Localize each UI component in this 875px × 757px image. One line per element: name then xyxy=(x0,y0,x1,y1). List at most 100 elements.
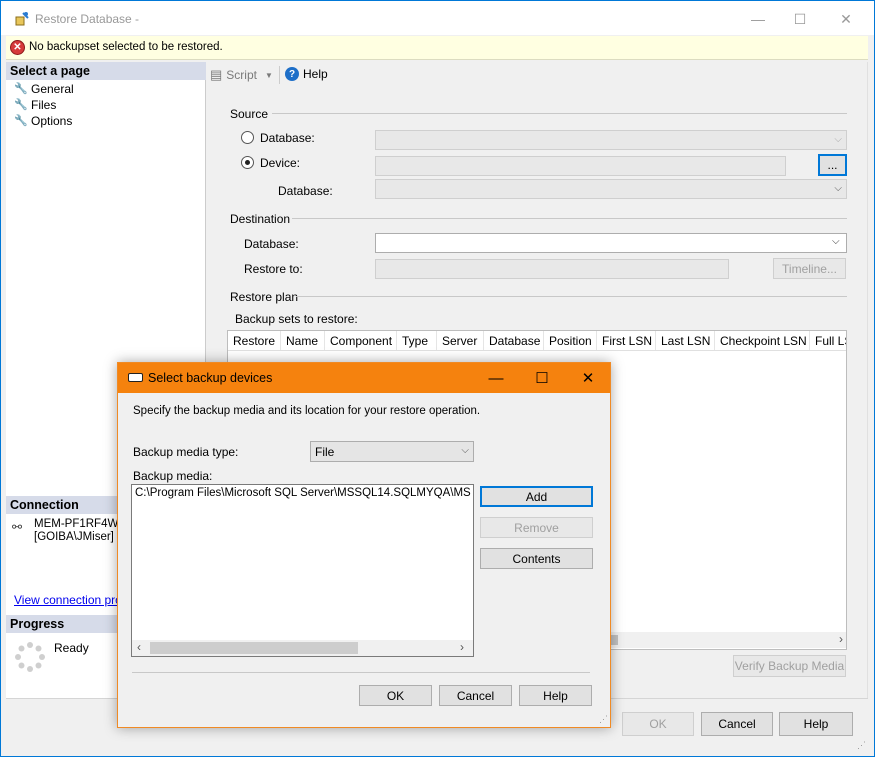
divider xyxy=(292,218,847,219)
page-item-files[interactable]: 🔧 Files xyxy=(14,98,56,112)
column-header[interactable]: Last LSN xyxy=(656,331,715,350)
resize-grip-icon[interactable]: ⋰ xyxy=(857,740,866,751)
column-header[interactable]: Position xyxy=(544,331,597,350)
add-button[interactable]: Add xyxy=(480,486,593,507)
ok-button[interactable]: OK xyxy=(622,712,694,736)
tape-drive-icon xyxy=(128,373,143,382)
dialog-help-button[interactable]: Help xyxy=(519,685,592,706)
select-page-header: Select a page xyxy=(6,62,206,80)
verify-backup-media-button[interactable]: Verify Backup Media xyxy=(733,655,846,677)
destination-database-select[interactable] xyxy=(375,233,847,253)
script-icon: ▤ xyxy=(210,67,223,82)
page-label: Options xyxy=(31,114,73,128)
media-type-select[interactable]: File ⌵ xyxy=(310,441,474,462)
help-label: Help xyxy=(303,67,328,81)
destination-group-label: Destination xyxy=(230,212,291,226)
list-horizontal-scrollbar[interactable]: ‹ › xyxy=(132,640,473,656)
divider xyxy=(132,672,590,673)
chevron-down-icon: ⌵ xyxy=(834,134,842,145)
help-button[interactable]: ? Help xyxy=(285,67,328,81)
restore-plan-group-label: Restore plan xyxy=(230,290,299,304)
toolbar-divider xyxy=(279,66,280,84)
page-label: Files xyxy=(31,98,57,112)
script-label: Script xyxy=(226,68,257,82)
error-bar: ✕ No backupset selected to be restored. xyxy=(6,36,868,60)
chevron-down-icon: ⌵ xyxy=(834,183,842,194)
dialog-ok-button[interactable]: OK xyxy=(359,685,432,706)
column-header[interactable]: Server xyxy=(437,331,484,350)
dialog-cancel-button[interactable]: Cancel xyxy=(439,685,512,706)
dialog-minimize-button[interactable]: — xyxy=(473,363,519,393)
device-field[interactable] xyxy=(375,156,786,176)
database-radio-label: Database: xyxy=(260,131,315,145)
connection-user: [GOIBA\JMiser] xyxy=(34,531,114,543)
dialog-title-bar: Select backup devices — ☐ ✕ xyxy=(118,363,610,393)
minimize-button[interactable]: — xyxy=(735,2,781,36)
database-restore-icon xyxy=(14,11,30,27)
window-title: Restore Database - xyxy=(35,12,140,26)
chevron-right-icon[interactable]: › xyxy=(839,632,843,646)
media-type-value: File xyxy=(315,445,335,459)
page-label: General xyxy=(31,82,74,96)
progress-spinner-icon xyxy=(15,642,45,672)
chevron-down-icon: ⌵ xyxy=(461,445,469,456)
chevron-right-icon[interactable]: › xyxy=(460,640,464,654)
column-header[interactable]: Name xyxy=(281,331,325,350)
column-header[interactable]: Full LS xyxy=(810,331,846,350)
help-footer-button[interactable]: Help xyxy=(779,712,853,736)
error-icon: ✕ xyxy=(10,40,25,55)
maximize-button[interactable]: ☐ xyxy=(777,2,823,36)
chevron-down-icon: ▼ xyxy=(264,70,273,80)
database-radio[interactable] xyxy=(241,131,254,144)
column-header[interactable]: Database xyxy=(484,331,544,350)
column-header[interactable]: Restore xyxy=(228,331,281,350)
device-radio[interactable] xyxy=(241,156,254,169)
column-header[interactable]: Checkpoint LSN xyxy=(715,331,810,350)
source-database-select[interactable]: ⌵ xyxy=(375,130,847,150)
dialog-close-button[interactable]: ✕ xyxy=(565,363,611,393)
dialog-maximize-button[interactable]: ☐ xyxy=(519,363,565,393)
browse-device-button[interactable]: ... xyxy=(818,154,847,176)
chevron-left-icon[interactable]: ‹ xyxy=(137,640,141,654)
script-button[interactable]: ▤ Script ▼ xyxy=(210,67,273,83)
wrench-icon: 🔧 xyxy=(14,99,28,111)
resize-grip-icon[interactable]: ⋰ xyxy=(599,714,608,725)
scrollbar-thumb[interactable] xyxy=(150,642,358,654)
dialog-title: Select backup devices xyxy=(148,371,273,385)
device-database-select[interactable]: ⌵ xyxy=(375,179,847,199)
select-backup-devices-dialog: Select backup devices — ☐ ✕ Specify the … xyxy=(117,362,611,728)
backup-media-label: Backup media: xyxy=(133,469,213,483)
wrench-icon: 🔧 xyxy=(14,115,28,127)
page-item-options[interactable]: 🔧 Options xyxy=(14,114,72,128)
device-database-label: Database: xyxy=(278,184,333,198)
divider xyxy=(296,296,847,297)
restore-to-field[interactable] xyxy=(375,259,729,279)
cancel-button[interactable]: Cancel xyxy=(701,712,773,736)
divider xyxy=(272,113,847,114)
progress-status: Ready xyxy=(54,641,89,655)
connection-icon: ⚯ xyxy=(12,520,23,534)
timeline-button[interactable]: Timeline... xyxy=(773,258,846,279)
page-item-general[interactable]: 🔧 General xyxy=(14,82,74,96)
remove-button[interactable]: Remove xyxy=(480,517,593,538)
wrench-icon: 🔧 xyxy=(14,83,28,95)
destination-database-label: Database: xyxy=(244,237,299,251)
source-group-label: Source xyxy=(230,107,269,121)
backup-media-list[interactable]: C:\Program Files\Microsoft SQL Server\MS… xyxy=(131,484,474,657)
media-type-label: Backup media type: xyxy=(133,445,239,459)
column-header[interactable]: Component xyxy=(325,331,397,350)
help-icon: ? xyxy=(285,67,299,81)
list-item[interactable]: C:\Program Files\Microsoft SQL Server\MS… xyxy=(134,487,471,503)
connection-server: MEM-PF1RF4WE xyxy=(34,518,126,530)
error-message: No backupset selected to be restored. xyxy=(29,41,223,53)
toolbar: ▤ Script ▼ ? Help xyxy=(207,62,867,88)
view-connection-properties-link[interactable]: View connection prop xyxy=(14,593,129,607)
title-bar: Restore Database - — ☐ ✕ xyxy=(1,1,874,35)
dialog-description: Specify the backup media and its locatio… xyxy=(133,405,481,417)
column-header[interactable]: Type xyxy=(397,331,437,350)
column-header[interactable]: First LSN xyxy=(597,331,656,350)
contents-button[interactable]: Contents xyxy=(480,548,593,569)
page-scrollbar[interactable] xyxy=(867,62,874,698)
grid-header: Restore Name Component Type Server Datab… xyxy=(228,331,846,351)
close-button[interactable]: ✕ xyxy=(823,2,869,36)
